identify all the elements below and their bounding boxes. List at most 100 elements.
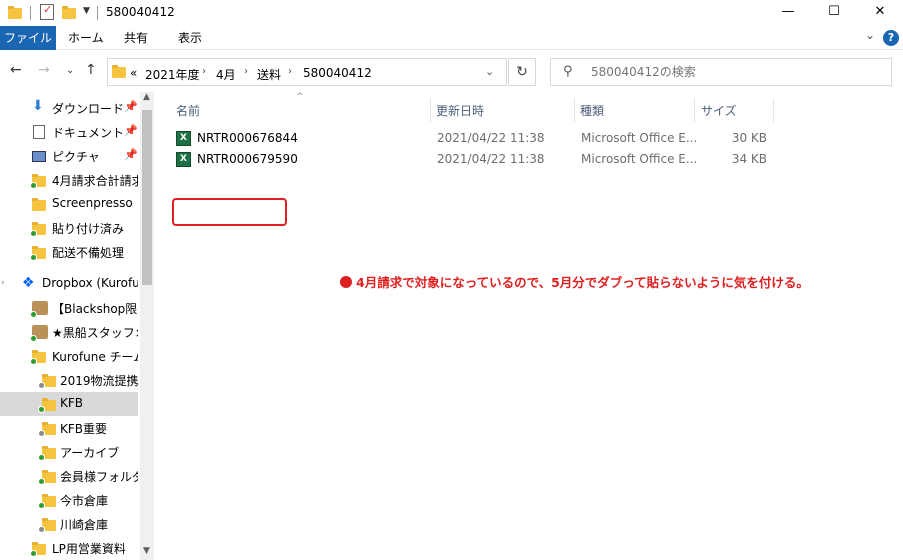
search-input[interactable] <box>591 63 881 81</box>
refresh-button[interactable]: ↻ <box>508 58 536 86</box>
breadcrumb-chevron-icon[interactable]: › <box>288 66 292 77</box>
highlight-box <box>172 198 287 226</box>
search-icon: ⚲ <box>563 64 573 79</box>
file-date: 2021/04/22 11:38 <box>437 152 545 166</box>
column-divider[interactable] <box>773 98 774 122</box>
new-folder-icon[interactable] <box>62 4 76 22</box>
sidebar-item-label: ダウンロード <box>52 102 125 116</box>
file-size: 34 KB <box>731 152 767 166</box>
sidebar-item-label: ピクチャ <box>52 150 100 164</box>
back-arrow-icon[interactable]: ← <box>10 62 22 78</box>
address-dropdown-chevron-icon[interactable]: ⌄ <box>485 65 494 78</box>
file-row[interactable]: X NRTR000676844 2021/04/22 11:38 Microso… <box>172 128 772 149</box>
column-divider[interactable] <box>430 98 431 122</box>
tab-file[interactable]: ファイル <box>0 26 56 50</box>
sidebar-item-label: KFB <box>60 396 84 410</box>
sidebar-item-label: 川崎倉庫 <box>60 518 109 532</box>
column-header-size[interactable]: サイズ <box>701 102 737 119</box>
tab-view[interactable]: 表示 <box>167 26 213 50</box>
sidebar-item-documents[interactable]: ドキュメント 📌 <box>0 120 138 144</box>
file-row[interactable]: X NRTR000679590 2021/04/22 11:38 Microso… <box>172 149 772 170</box>
dropbox-icon: ❖ <box>22 275 35 291</box>
sidebar-item-kurofune-team[interactable]: Kurofune チーム フ <box>0 344 138 368</box>
properties-icon[interactable] <box>40 3 54 20</box>
navigation-bar: ← → ⌄ ↑ « 2021年度 › 4月 › 送料 › 580040412 ⌄… <box>0 56 903 90</box>
sync-check-icon <box>30 550 37 557</box>
breadcrumb-current[interactable]: 580040412 <box>303 66 372 80</box>
sidebar-item-label: ドキュメント <box>52 126 125 140</box>
pin-icon[interactable]: 📌 <box>124 100 138 113</box>
sidebar-item-delivery-issues[interactable]: 配送不備処理 <box>0 240 138 264</box>
sidebar-item-screenpresso[interactable]: Screenpresso <box>0 192 138 216</box>
navigation-pane: ⬇ ダウンロード 📌 ドキュメント 📌 ピクチャ 📌 4月請求合計請求 Scre… <box>0 92 154 560</box>
expand-chevron-icon[interactable]: › <box>1 278 5 288</box>
sidebar-item-pasted[interactable]: 貼り付け済み <box>0 216 138 240</box>
annotation-note: 4月請求で対象になっているので、5月分でダブって貼らないように気を付ける。 <box>340 272 809 291</box>
close-button[interactable]: ✕ <box>857 0 903 26</box>
title-bar: ▼ 580040412 — ☐ ✕ <box>0 0 903 26</box>
sidebar-item-dropbox[interactable]: › ❖ Dropbox (Kurofune) <box>0 272 138 296</box>
file-name: NRTR000679590 <box>197 152 298 166</box>
address-bar[interactable]: « 2021年度 › 4月 › 送料 › 580040412 ⌄ <box>107 58 507 86</box>
sidebar-item-kurofune-staff[interactable]: ★黒船スタッフ×TI <box>0 320 138 344</box>
breadcrumb-chevron-icon[interactable]: › <box>202 66 206 77</box>
sync-status-icon <box>38 382 45 389</box>
sidebar-item-2019-logistics[interactable]: 2019物流提携倉 <box>0 368 138 392</box>
divider <box>30 6 31 20</box>
pin-icon[interactable]: 📌 <box>124 148 138 161</box>
breadcrumb-shipping[interactable]: 送料 <box>257 66 281 83</box>
sync-check-icon <box>38 454 45 461</box>
sidebar-item-label: Screenpresso <box>52 196 133 210</box>
recent-locations-chevron-icon[interactable]: ⌄ <box>66 65 74 76</box>
sync-check-icon <box>30 335 37 342</box>
column-header-date[interactable]: 更新日時 <box>436 102 484 119</box>
column-divider[interactable] <box>574 98 575 122</box>
sync-check-icon <box>38 406 45 413</box>
scrollbar-thumb[interactable] <box>142 110 152 285</box>
help-icon[interactable]: ? <box>883 30 899 46</box>
sidebar-item-member-folders[interactable]: 会員様フォルダ格 <box>0 464 138 488</box>
sidebar-item-blackshop[interactable]: 【Blackshop限定】 <box>0 296 138 320</box>
sync-check-icon <box>30 311 37 318</box>
collapse-ribbon-icon[interactable]: ⌄ <box>865 28 875 42</box>
sidebar-item-april-billing[interactable]: 4月請求合計請求 <box>0 168 138 192</box>
maximize-button[interactable]: ☐ <box>811 0 857 26</box>
sidebar-item-label: アーカイブ <box>60 446 120 460</box>
sync-check-icon <box>30 182 37 189</box>
sidebar-item-label: 2019物流提携倉 <box>60 374 138 388</box>
sync-check-icon <box>38 502 45 509</box>
sync-check-icon <box>30 254 37 261</box>
up-arrow-icon[interactable]: ↑ <box>85 62 97 78</box>
column-header-type[interactable]: 種類 <box>580 102 604 119</box>
sidebar-item-archive[interactable]: アーカイブ <box>0 440 138 464</box>
breadcrumb-chevron-icon[interactable]: › <box>244 66 248 77</box>
sidebar-item-kawasaki-warehouse[interactable]: 川崎倉庫 <box>0 512 138 536</box>
column-divider[interactable] <box>694 98 695 122</box>
sidebar-scrollbar[interactable]: ▲ ▼ <box>140 92 154 560</box>
tab-home[interactable]: ホーム <box>57 26 115 50</box>
sidebar-item-label: Kurofune チーム フ <box>52 350 138 364</box>
sidebar-item-pictures[interactable]: ピクチャ 📌 <box>0 144 138 168</box>
search-box[interactable]: ⚲ <box>550 58 892 86</box>
column-header-name[interactable]: 名前 <box>176 102 200 119</box>
breadcrumb-overflow[interactable]: « <box>130 66 137 80</box>
sidebar-item-lp-sales[interactable]: LP用営業資料 <box>0 536 138 560</box>
sidebar-item-imaichi-warehouse[interactable]: 今市倉庫 <box>0 488 138 512</box>
customize-toolbar-chevron-icon[interactable]: ▼ <box>83 6 90 16</box>
breadcrumb-april[interactable]: 4月 <box>216 66 236 83</box>
breadcrumb-2021[interactable]: 2021年度 <box>145 66 200 83</box>
scroll-down-icon[interactable]: ▼ <box>143 546 150 556</box>
file-list: ^ 名前 更新日時 種類 サイズ X NRTR000676844 2021/04… <box>156 92 903 560</box>
scroll-up-icon[interactable]: ▲ <box>143 92 150 102</box>
forward-arrow-icon[interactable]: → <box>38 62 50 78</box>
file-type: Microsoft Office E... <box>581 131 698 145</box>
sync-status-icon <box>38 430 45 437</box>
sidebar-item-label: 配送不備処理 <box>52 246 125 260</box>
sidebar-item-downloads[interactable]: ⬇ ダウンロード 📌 <box>0 96 138 120</box>
red-dot-icon <box>340 276 352 288</box>
sidebar-item-kfb-important[interactable]: KFB重要 <box>0 416 138 440</box>
sidebar-item-kfb[interactable]: KFB <box>0 392 138 416</box>
tab-share[interactable]: 共有 <box>113 26 159 50</box>
pin-icon[interactable]: 📌 <box>124 124 138 137</box>
minimize-button[interactable]: — <box>765 0 811 26</box>
